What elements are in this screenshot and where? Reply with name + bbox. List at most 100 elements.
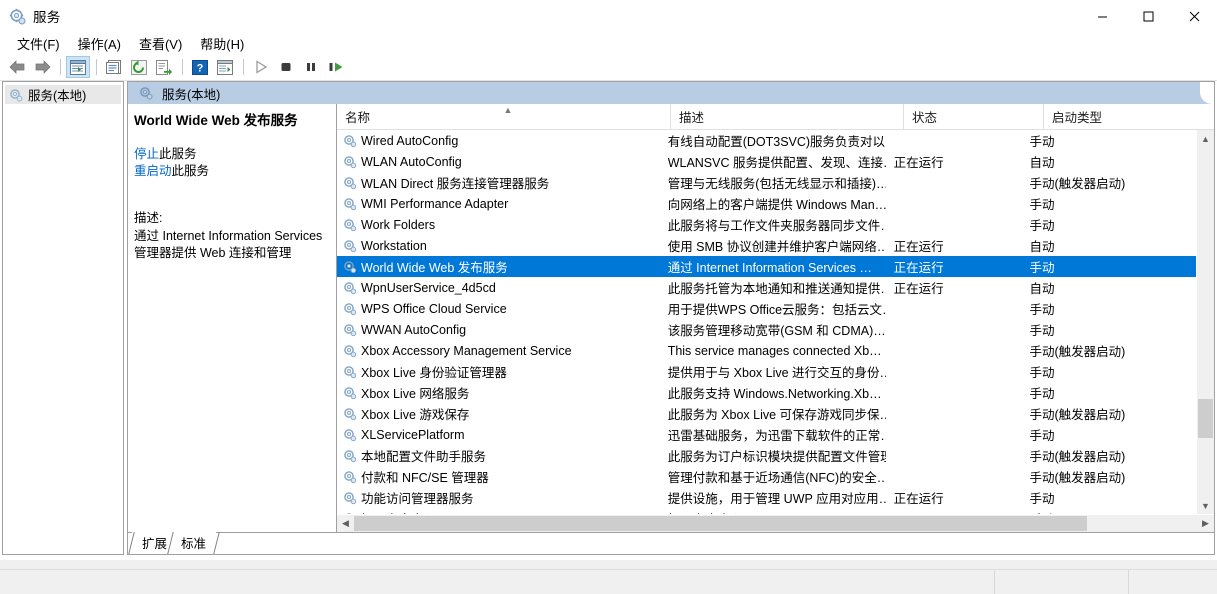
properties-button[interactable] <box>102 56 126 78</box>
help-button[interactable]: ? <box>188 56 212 78</box>
menu-action[interactable]: 操作(A) <box>69 32 130 55</box>
service-gear-icon <box>343 197 357 211</box>
tab-standard[interactable]: 标准 <box>167 532 220 554</box>
table-row[interactable]: World Wide Web 发布服务 通过 Internet Informati… <box>337 256 1196 277</box>
pane-split: World Wide Web 发布服务 停止此服务 重启动此服务 描述: 通过 … <box>128 104 1214 532</box>
menu-file[interactable]: 文件(F) <box>8 32 69 55</box>
service-name-label: Work Folders <box>361 217 436 232</box>
service-name-label: WLAN Direct 服务连接管理器服务 <box>361 177 550 191</box>
column-header-name[interactable]: 名称 ▲ <box>337 104 670 129</box>
table-row[interactable]: Xbox Live 身份验证管理器 提供用于与 Xbox Live 进行交互的身份… <box>337 361 1196 382</box>
service-name-label: XLServicePlatform <box>361 427 465 442</box>
service-name-label: Xbox Live 网络服务 <box>361 387 470 401</box>
cell-service-name: 本地配置文件助手服务 <box>337 446 660 465</box>
table-row[interactable]: Workstation 使用 SMB 协议创建并维护客户端网络… 正在运行 自动 <box>337 235 1196 256</box>
horizontal-scroll-thumb[interactable] <box>354 516 1088 531</box>
column-header-status[interactable]: 状态 <box>903 104 1043 129</box>
table-row[interactable]: Xbox Live 游戏保存 此服务为 Xbox Live 可保存游戏同步保… 手动… <box>337 403 1196 424</box>
forward-button[interactable] <box>30 56 54 78</box>
stop-service-link-text[interactable]: 停止 <box>134 147 159 161</box>
cell-description: 使用 SMB 协议创建并维护客户端网络… <box>667 240 886 254</box>
description-label: 描述: <box>134 211 163 225</box>
service-name-label: Xbox Accessory Management Service <box>361 343 572 358</box>
cell-service-name: 付款和 NFC/SE 管理器 <box>337 467 660 486</box>
cell-description: 提供设施，用于管理 UWP 应用对应用… <box>667 492 886 506</box>
service-name-label: Xbox Live 身份验证管理器 <box>361 366 507 380</box>
service-gear-icon <box>343 386 357 400</box>
list-body-wrap: Wired AutoConfig 有线自动配置(DOT3SVC)服务负责对以… 手动… <box>337 130 1214 514</box>
svg-text:?: ? <box>197 62 204 74</box>
service-name-label: World Wide Web 发布服务 <box>361 261 508 275</box>
table-row[interactable]: 功能访问管理器服务 提供设施，用于管理 UWP 应用对应用… 正在运行 手动 <box>337 487 1196 508</box>
start-service-button[interactable] <box>249 56 273 78</box>
table-row[interactable]: Work Folders 此服务将与工作文件夹服务器同步文件… 手动 <box>337 214 1196 235</box>
column-header-description-label: 描述 <box>679 111 705 125</box>
cell-startup-type: 手动(触发器启动) <box>1029 471 1126 485</box>
table-row[interactable]: 本地配置文件助手服务 此服务为订户标识模块提供配置文件管理 手动(触发器启动) <box>337 445 1196 466</box>
column-header-description[interactable]: 描述 <box>670 104 903 129</box>
scroll-down-button[interactable]: ▼ <box>1197 497 1214 514</box>
table-row[interactable]: WWAN AutoConfig 该服务管理移动宽带(GSM 和 CDMA)… 手动 <box>337 319 1196 340</box>
show-action-pane-button[interactable] <box>213 56 237 78</box>
cell-startup-type: 手动 <box>1029 303 1055 317</box>
table-row[interactable]: Wired AutoConfig 有线自动配置(DOT3SVC)服务负责对以… 手动 <box>337 130 1196 151</box>
table-row[interactable]: WMI Performance Adapter 向网络上的客户端提供 Window… <box>337 193 1196 214</box>
cell-startup-type: 手动(触发器启动) <box>1029 450 1126 464</box>
stop-service-button[interactable] <box>274 56 298 78</box>
cell-startup-type: 手动 <box>1029 135 1055 149</box>
table-row[interactable]: WLAN Direct 服务连接管理器服务 管理与无线服务(包括无线显示和插接)…… <box>337 172 1196 193</box>
cell-description: 用于提供WPS Office云服务：包括云文… <box>667 303 886 317</box>
cell-startup-type: 手动 <box>1029 198 1055 212</box>
table-row[interactable]: XLServicePlatform 迅雷基础服务，为迅雷下载软件的正常… 手动 <box>337 424 1196 445</box>
view-tabs: 扩展 标准 <box>128 532 1214 554</box>
menu-bar: 文件(F) 操作(A) 查看(V) 帮助(H) <box>0 32 1217 54</box>
cell-startup-type: 自动 <box>1029 240 1055 254</box>
maximize-button[interactable] <box>1125 0 1171 32</box>
vertical-scrollbar[interactable]: ▲ ▼ <box>1196 130 1214 514</box>
close-button[interactable] <box>1171 0 1217 32</box>
pause-service-button[interactable] <box>299 56 323 78</box>
scroll-left-button[interactable]: ◀ <box>337 515 354 532</box>
minimize-button[interactable] <box>1079 0 1125 32</box>
table-row[interactable]: Xbox Live 网络服务 此服务支持 Windows.Networking.X… <box>337 382 1196 403</box>
cell-service-name: Workstation <box>337 239 660 253</box>
service-gear-icon <box>343 449 357 463</box>
vertical-scroll-thumb[interactable] <box>1198 399 1213 438</box>
selected-service-title: World Wide Web 发布服务 <box>134 113 298 128</box>
restart-service-button[interactable] <box>324 56 348 78</box>
table-row[interactable]: WLAN AutoConfig WLANSVC 服务提供配置、发现、连接… 正在运行… <box>337 151 1196 172</box>
menu-view[interactable]: 查看(V) <box>130 32 191 55</box>
status-bar <box>0 569 1217 594</box>
cell-service-name: Wired AutoConfig <box>337 134 660 148</box>
table-row[interactable]: WPS Office Cloud Service 用于提供WPS Office云服… <box>337 298 1196 319</box>
service-name-label: WpnUserService_4d5cd <box>361 280 496 295</box>
menu-help[interactable]: 帮助(H) <box>191 32 253 55</box>
export-list-button[interactable] <box>152 56 176 78</box>
table-row[interactable]: WpnUserService_4d5cd 此服务托管为本地通知和推送通知提供… 正在… <box>337 277 1196 298</box>
stop-service-link[interactable]: 停止此服务 <box>134 146 326 163</box>
cell-service-name: WWAN AutoConfig <box>337 323 660 337</box>
back-button[interactable] <box>5 56 29 78</box>
window-title: 服务 <box>33 10 61 25</box>
cell-service-name: Work Folders <box>337 218 660 232</box>
scroll-up-button[interactable]: ▲ <box>1197 130 1214 147</box>
toolbar-separator <box>182 59 183 75</box>
show-hide-tree-button[interactable] <box>66 56 90 78</box>
tree-node-services-local[interactable]: 服务(本地) <box>5 85 121 104</box>
service-name-label: 付款和 NFC/SE 管理器 <box>361 471 489 485</box>
cell-description: 管理付款和基于近场通信(NFC)的安全… <box>667 471 886 485</box>
refresh-button[interactable] <box>127 56 151 78</box>
scroll-right-button[interactable]: ▶ <box>1197 515 1214 532</box>
vertical-scroll-track[interactable] <box>1197 147 1214 497</box>
table-row[interactable]: Xbox Accessory Management Service This se… <box>337 340 1196 361</box>
cell-status: 正在运行 <box>893 282 944 296</box>
horizontal-scrollbar[interactable]: ◀ ▶ <box>337 514 1214 532</box>
column-header-startup-type-label: 启动类型 <box>1052 111 1103 125</box>
service-details-panel: World Wide Web 发布服务 停止此服务 重启动此服务 描述: 通过 … <box>128 104 336 532</box>
restart-service-link-text[interactable]: 重启动 <box>134 164 172 178</box>
horizontal-scroll-track[interactable] <box>354 515 1197 532</box>
window-controls <box>1079 0 1217 32</box>
column-header-startup-type[interactable]: 启动类型 <box>1043 104 1214 129</box>
restart-service-link[interactable]: 重启动此服务 <box>134 163 326 180</box>
table-row[interactable]: 付款和 NFC/SE 管理器 管理付款和基于近场通信(NFC)的安全… 手动(触发器… <box>337 466 1196 487</box>
